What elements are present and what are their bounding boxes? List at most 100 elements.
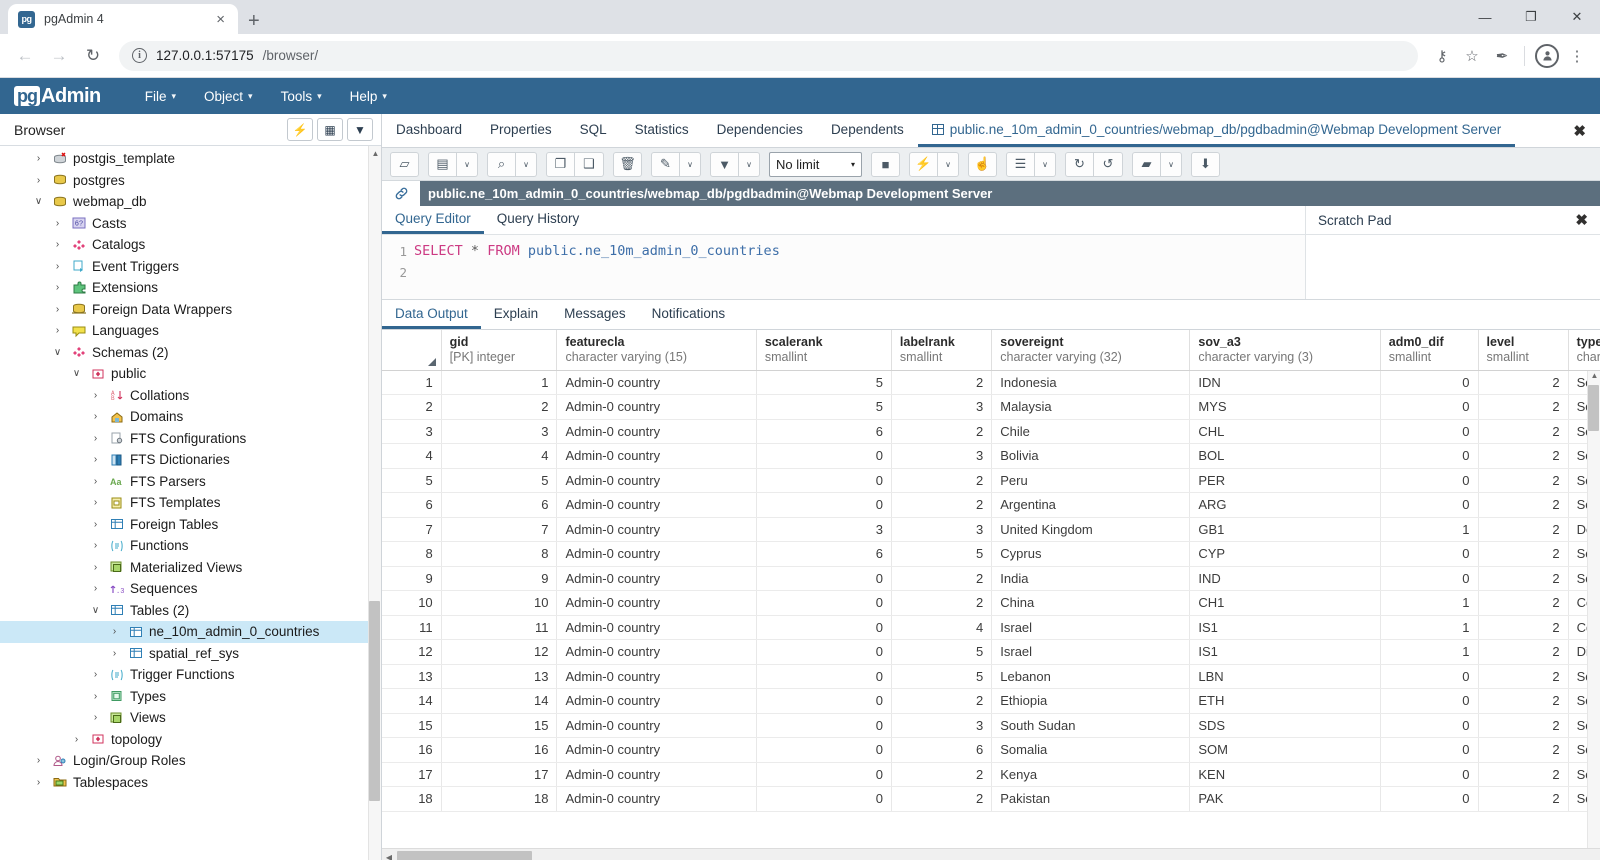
table-row[interactable]: 1313Admin-0 country05LebanonLBN02Soverei… xyxy=(382,664,1600,689)
tree-item-public[interactable]: ∨ public xyxy=(0,363,381,385)
tree-item-fts-parsers[interactable]: › Aa FTS Parsers xyxy=(0,471,381,493)
tree-item-views[interactable]: › Views xyxy=(0,707,381,729)
cell-labelrank[interactable]: 6 xyxy=(891,737,993,763)
cell-scalerank[interactable]: 0 xyxy=(756,492,892,518)
tree-item-sequences[interactable]: › .3 Sequences xyxy=(0,578,381,600)
sql-text[interactable]: SELECT * FROM public.ne_10m_admin_0_coun… xyxy=(414,235,780,299)
tab-properties[interactable]: Properties xyxy=(476,114,566,147)
tree-item-topology[interactable]: › topology xyxy=(0,729,381,751)
cell-adm0_dif[interactable]: 0 xyxy=(1380,566,1479,591)
chevron-right-icon[interactable]: › xyxy=(88,390,103,401)
cell-gid[interactable]: 15 xyxy=(441,713,558,738)
cell-sovereignt[interactable]: Israel xyxy=(991,615,1191,640)
tab-query-editor[interactable]: Query Editor xyxy=(382,206,484,234)
cell-adm0_dif[interactable]: 0 xyxy=(1380,762,1479,787)
scroll-thumb[interactable] xyxy=(369,601,380,801)
edit-button[interactable]: ✎ xyxy=(651,151,680,177)
tree-item-postgis-template[interactable]: › postgis_template xyxy=(0,148,381,170)
cell-adm0_dif[interactable]: 0 xyxy=(1380,443,1479,469)
cell-labelrank[interactable]: 3 xyxy=(891,517,993,542)
menu-tools[interactable]: Tools ▾ xyxy=(267,78,336,114)
cell-scalerank[interactable]: 6 xyxy=(756,419,892,444)
table-row[interactable]: 33Admin-0 country62ChileCHL02Sovereign c… xyxy=(382,419,1600,444)
cell-scalerank[interactable]: 0 xyxy=(756,688,892,714)
cell-featurecla[interactable]: Admin-0 country xyxy=(556,786,757,812)
cell-sov_a3[interactable]: GB1 xyxy=(1189,517,1381,542)
cell-sovereignt[interactable]: China xyxy=(991,590,1191,616)
tree-item-languages[interactable]: › Languages xyxy=(0,320,381,342)
cell-level[interactable]: 2 xyxy=(1478,615,1569,640)
chevron-right-icon[interactable]: › xyxy=(50,282,65,293)
address-bar[interactable]: i 127.0.0.1:57175/browser/ xyxy=(119,40,1418,71)
cell-featurecla[interactable]: Admin-0 country xyxy=(556,590,757,616)
cell-adm0_dif[interactable]: 0 xyxy=(1380,492,1479,518)
cell-labelrank[interactable]: 2 xyxy=(891,786,993,812)
cell-gid[interactable]: 11 xyxy=(441,615,558,640)
chevron-right-icon[interactable]: › xyxy=(31,777,46,788)
cell-labelrank[interactable]: 2 xyxy=(891,468,993,493)
delete-row-button[interactable]: 🗑 xyxy=(613,151,642,177)
table-row[interactable]: 77Admin-0 country33United KingdomGB112De… xyxy=(382,517,1600,542)
explain-button[interactable]: ☝ xyxy=(968,151,997,177)
table-row[interactable]: 1414Admin-0 country02EthiopiaETH02Sovere… xyxy=(382,688,1600,714)
new-tab-icon[interactable]: + xyxy=(248,11,260,31)
cell-sov_a3[interactable]: BOL xyxy=(1189,443,1381,469)
cell-labelrank[interactable]: 3 xyxy=(891,394,993,420)
cell-level[interactable]: 2 xyxy=(1478,541,1569,567)
tab-dashboard[interactable]: Dashboard xyxy=(382,114,476,147)
cell-sovereignt[interactable]: Argentina xyxy=(991,492,1191,518)
cell-featurecla[interactable]: Admin-0 country xyxy=(556,370,757,395)
chevron-right-icon[interactable]: › xyxy=(50,239,65,250)
cell-featurecla[interactable]: Admin-0 country xyxy=(556,394,757,420)
eyedropper-icon[interactable]: ✒ xyxy=(1489,43,1515,69)
tree-item-tablespaces[interactable]: › Tablespaces xyxy=(0,772,381,794)
chevron-right-icon[interactable]: › xyxy=(31,175,46,186)
quick-search-icon[interactable]: ⚡ xyxy=(287,118,313,141)
cell-sov_a3[interactable]: SOM xyxy=(1189,737,1381,763)
chevron-down-icon[interactable]: ∨ xyxy=(69,368,84,379)
filter-dropdown-button[interactable]: ∨ xyxy=(739,151,760,177)
cell-sov_a3[interactable]: CYP xyxy=(1189,541,1381,567)
cell-sovereignt[interactable]: Israel xyxy=(991,639,1191,665)
explain-options-dropdown-button[interactable]: ∨ xyxy=(1035,151,1056,177)
cell-adm0_dif[interactable]: 0 xyxy=(1380,419,1479,444)
cell-sov_a3[interactable]: CH1 xyxy=(1189,590,1381,616)
cell-sov_a3[interactable]: SDS xyxy=(1189,713,1381,738)
grid-vertical-scrollbar[interactable]: ▲ xyxy=(1587,371,1600,848)
cell-level[interactable]: 2 xyxy=(1478,786,1569,812)
grid-scroll-area[interactable]: gid [PK] integer featurecla character varyi… xyxy=(382,330,1600,848)
cell-labelrank[interactable]: 3 xyxy=(891,443,993,469)
chevron-right-icon[interactable]: › xyxy=(88,519,103,530)
select-all-icon[interactable] xyxy=(427,357,436,366)
table-row[interactable]: 1010Admin-0 country02ChinaCH112CountryCh… xyxy=(382,590,1600,616)
cell-gid[interactable]: 8 xyxy=(441,541,558,567)
table-row[interactable]: 1212Admin-0 country05IsraelIS112Disputed… xyxy=(382,639,1600,665)
cell-sovereignt[interactable]: Pakistan xyxy=(991,786,1191,812)
cell-level[interactable]: 2 xyxy=(1478,737,1569,763)
cell-sov_a3[interactable]: CHL xyxy=(1189,419,1381,444)
cell-adm0_dif[interactable]: 0 xyxy=(1380,468,1479,493)
column-header-gid[interactable]: gid [PK] integer xyxy=(441,330,558,371)
minimize-button[interactable]: — xyxy=(1462,0,1508,34)
cell-gid[interactable]: 6 xyxy=(441,492,558,518)
cell-labelrank[interactable]: 2 xyxy=(891,419,993,444)
column-header-labelrank[interactable]: labelrank smallint xyxy=(891,330,993,371)
cell-scalerank[interactable]: 0 xyxy=(756,737,892,763)
cell-gid[interactable]: 5 xyxy=(441,468,558,493)
chevron-right-icon[interactable]: › xyxy=(88,433,103,444)
menu-help[interactable]: Help ▾ xyxy=(336,78,401,114)
cell-sov_a3[interactable]: LBN xyxy=(1189,664,1381,689)
tree-item-foreign-tables[interactable]: › Foreign Tables xyxy=(0,514,381,536)
tab-notifications[interactable]: Notifications xyxy=(639,300,739,329)
row-limit-select[interactable]: No limit ▾ xyxy=(769,151,862,177)
table-row[interactable]: 1515Admin-0 country03South SudanSDS02Sov… xyxy=(382,713,1600,738)
cell-level[interactable]: 2 xyxy=(1478,443,1569,469)
cell-level[interactable]: 2 xyxy=(1478,688,1569,714)
table-row[interactable]: 66Admin-0 country02ArgentinaARG02Soverei… xyxy=(382,492,1600,518)
cell-adm0_dif[interactable]: 0 xyxy=(1380,664,1479,689)
cell-sov_a3[interactable]: ARG xyxy=(1189,492,1381,518)
cell-adm0_dif[interactable]: 1 xyxy=(1380,639,1479,665)
chevron-right-icon[interactable]: › xyxy=(88,411,103,422)
cell-level[interactable]: 2 xyxy=(1478,492,1569,518)
cell-featurecla[interactable]: Admin-0 country xyxy=(556,468,757,493)
